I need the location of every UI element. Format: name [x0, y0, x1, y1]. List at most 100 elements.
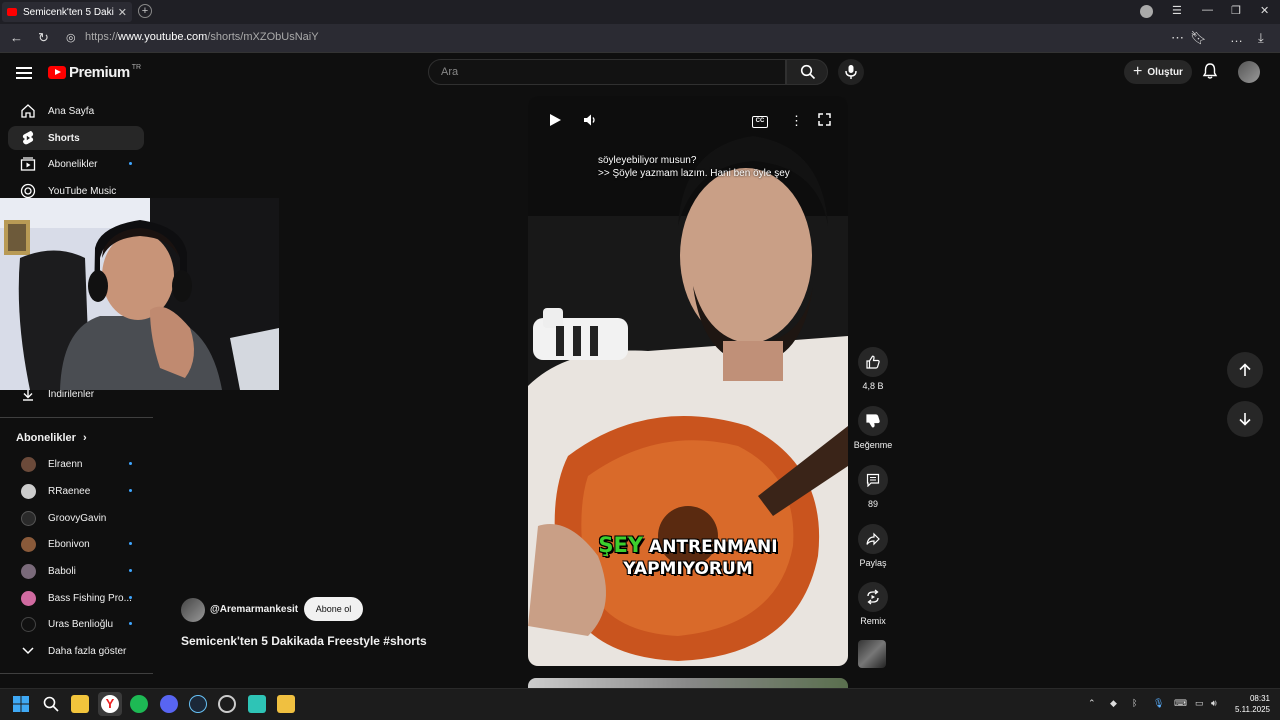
dislike-button[interactable]	[858, 406, 888, 436]
share-action[interactable]: Paylaş	[852, 524, 894, 568]
url-field[interactable]: https://www.youtube.com/shorts/mXZObUsNa…	[85, 31, 319, 43]
search-icon	[43, 696, 59, 712]
sidebar-item-subscriptions[interactable]: Abonelikler	[8, 152, 144, 176]
sidebar-channel[interactable]: Uras Benlioğlu	[8, 612, 144, 636]
sidebar-divider	[0, 417, 153, 418]
sidebar-divider	[0, 673, 153, 674]
windows-logo-icon	[13, 696, 29, 712]
file-explorer-icon[interactable]	[71, 695, 89, 713]
channel-avatar	[20, 616, 36, 632]
share-button[interactable]	[858, 524, 888, 554]
spotify-icon[interactable]	[130, 695, 148, 713]
show-more-label: Daha fazla göster	[48, 645, 127, 657]
youtube-favicon-icon	[7, 8, 17, 16]
microphone-icon	[845, 65, 857, 79]
like-count: 4,8 B	[862, 381, 884, 391]
minimize-icon[interactable]: —	[1202, 4, 1213, 16]
hamburger-menu-icon[interactable]	[16, 64, 32, 82]
channel-avatar[interactable]	[181, 598, 205, 622]
comments-action[interactable]: 89	[852, 465, 894, 509]
taskbar-clock[interactable]: 08:31 5.11.2025	[1230, 693, 1270, 715]
dislike-action[interactable]: Beğenme	[852, 406, 894, 450]
extensions-icon[interactable]: …	[1230, 30, 1243, 45]
fullscreen-icon[interactable]	[818, 113, 831, 129]
microphone-tray-icon[interactable]: 🎙︎	[1153, 698, 1164, 709]
yandex-browser-taskbar-button[interactable]: Y	[98, 692, 122, 716]
sidebar-item-label: Shorts	[48, 132, 80, 144]
download-icon[interactable]: ⤓	[1258, 30, 1264, 46]
video-title[interactable]: Semicenk'ten 5 Dakikada Freestyle #short…	[181, 634, 427, 648]
steam-tray-icon[interactable]: ◆	[1110, 698, 1117, 709]
like-action[interactable]: 4,8 B	[852, 347, 894, 391]
captions-icon[interactable]: CC	[752, 116, 768, 128]
subscriptions-section-title[interactable]: Abonelikler ›	[16, 432, 87, 444]
new-content-dot	[129, 622, 132, 625]
shorts-video-player[interactable]: CC ⋮ söyleyebiliyor musun? >> Şöyle yazm…	[528, 96, 848, 666]
more-dots-icon[interactable]: ⋯	[1171, 30, 1184, 46]
discord-icon[interactable]	[160, 695, 178, 713]
remix-button[interactable]	[858, 582, 888, 612]
start-button[interactable]	[12, 695, 30, 713]
comments-button[interactable]	[858, 465, 888, 495]
sidebar-channel[interactable]: Bass Fishing Pro...	[8, 586, 144, 610]
sidebar-channel[interactable]: GroovyGavin	[8, 506, 144, 530]
remix-action[interactable]: Remix	[852, 582, 894, 626]
tray-overflow-icon[interactable]: ⌃	[1088, 698, 1096, 709]
next-short-preview[interactable]	[528, 678, 848, 688]
like-button[interactable]	[858, 347, 888, 377]
sidebar-item-shorts[interactable]: Shorts	[8, 126, 144, 150]
restore-icon[interactable]: ❐	[1231, 4, 1241, 17]
obs-icon[interactable]	[218, 695, 236, 713]
channel-handle[interactable]: @Aremarmankesit	[210, 604, 298, 615]
next-short-button[interactable]	[1227, 401, 1263, 437]
profile-icon[interactable]	[1140, 5, 1153, 18]
video-frame-image	[528, 96, 848, 666]
tab-title: Semicenk'ten 5 Dakikada	[23, 6, 114, 18]
create-button[interactable]: + Oluştur	[1124, 60, 1192, 84]
tab-close-icon[interactable]: ✕	[118, 6, 127, 19]
bookmark-icon[interactable]: 🔖︎	[1190, 30, 1207, 46]
search-button[interactable]	[786, 59, 828, 85]
page-divider	[0, 52, 1280, 53]
keyboard-icon[interactable]: ⌨	[1174, 698, 1187, 709]
more-options-icon[interactable]: ⋮	[790, 113, 803, 129]
taskbar-search-button[interactable]	[42, 695, 60, 713]
sidebar-channel[interactable]: Ebonivon	[8, 532, 144, 556]
youtube-logo-icon	[48, 66, 66, 79]
back-icon[interactable]: ←	[10, 30, 23, 45]
yandex-browser-icon: Y	[101, 695, 119, 713]
reload-icon[interactable]: ↻	[38, 30, 49, 46]
channel-name: RRaenee	[48, 485, 91, 497]
show-more-button[interactable]: Daha fazla göster	[8, 639, 144, 663]
steam-icon[interactable]	[189, 695, 207, 713]
previous-short-button[interactable]	[1227, 352, 1263, 388]
network-icon[interactable]: ▭	[1195, 698, 1204, 709]
site-info-icon[interactable]: ◎	[66, 31, 76, 44]
sidebar-item-home[interactable]: Ana Sayfa	[8, 99, 144, 123]
account-avatar[interactable]	[1238, 61, 1260, 83]
sound-thumbnail[interactable]	[858, 640, 886, 668]
youtube-premium-logo[interactable]: Premium TR	[48, 64, 141, 81]
browser-tabbar	[0, 0, 1280, 24]
chevron-down-icon	[22, 647, 34, 655]
close-window-icon[interactable]: ✕	[1260, 4, 1269, 17]
url-host: www.youtube.com	[118, 31, 208, 43]
subscribe-button[interactable]: Abone ol	[304, 597, 363, 621]
menu-icon[interactable]: ☰	[1172, 4, 1182, 17]
sidebar-channel[interactable]: Baboli	[8, 559, 144, 583]
voice-search-button[interactable]	[838, 59, 864, 85]
new-tab-button[interactable]: +	[138, 4, 152, 18]
volume-button[interactable]	[583, 113, 597, 130]
play-button[interactable]	[548, 113, 562, 130]
sidebar-channel[interactable]: Elraenn	[8, 452, 144, 476]
sidebar-channel[interactable]: RRaenee	[8, 479, 144, 503]
webcam-person-image	[0, 198, 279, 390]
notifications-button[interactable]	[1202, 62, 1218, 85]
browser-tab[interactable]: Semicenk'ten 5 Dakikada ✕	[2, 2, 132, 22]
notepad-icon[interactable]	[248, 695, 266, 713]
bluetooth-icon[interactable]: ᛒ	[1132, 698, 1137, 708]
speaker-icon[interactable]: 🔊︎	[1211, 698, 1217, 709]
clock-date: 5.11.2025	[1235, 705, 1270, 714]
search-input[interactable]: Ara	[428, 59, 786, 85]
app-icon[interactable]	[277, 695, 295, 713]
